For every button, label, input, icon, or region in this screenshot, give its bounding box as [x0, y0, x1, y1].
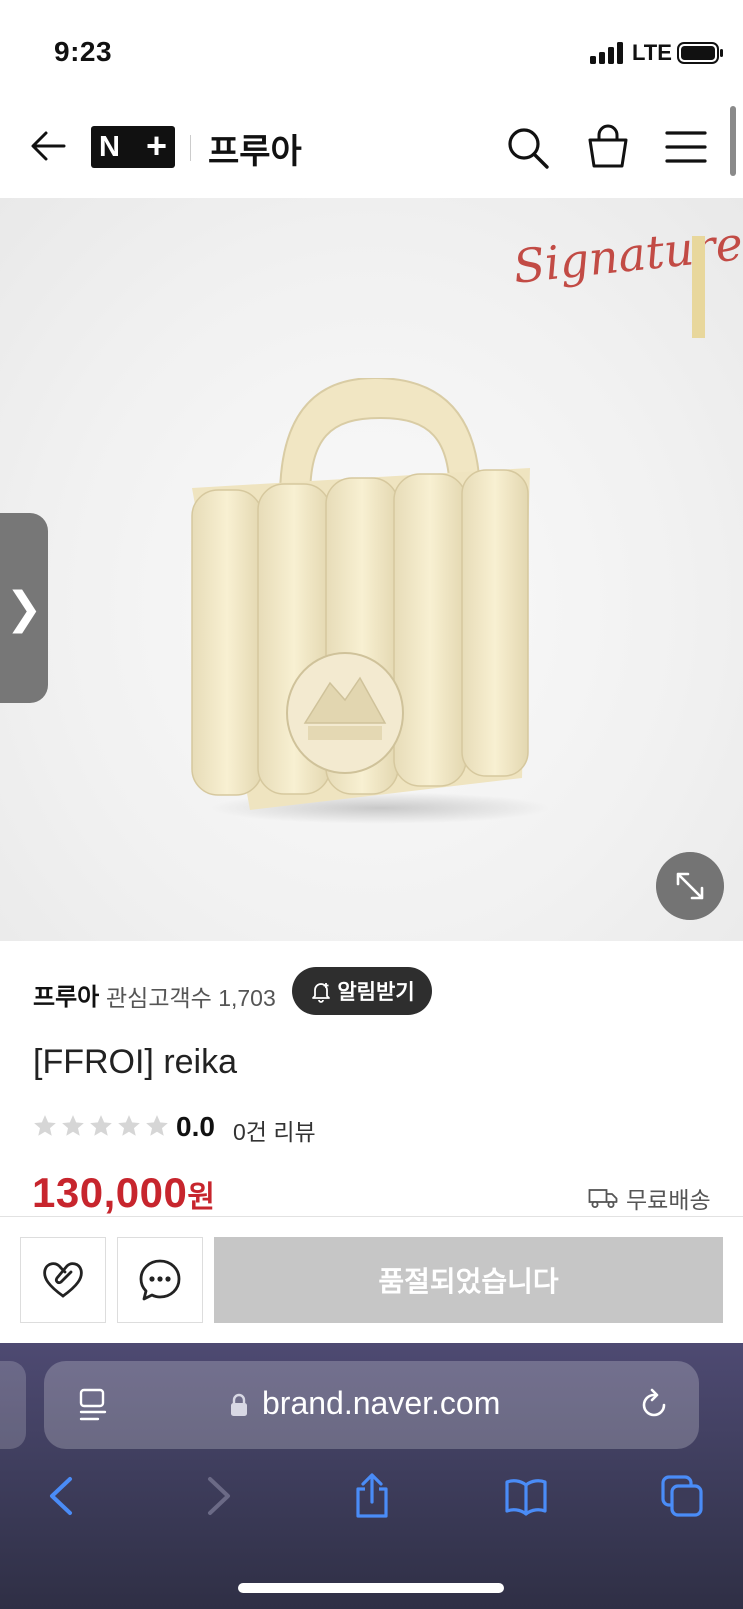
truck-icon [588, 1189, 618, 1208]
network-label: LTE [632, 40, 672, 65]
search-icon[interactable] [506, 126, 550, 170]
product-image[interactable]: Signature ❯ [0, 198, 743, 941]
status-bar: 9:23 LTE [0, 0, 743, 100]
battery-icon [677, 42, 723, 64]
product-info: 프루아 관심고객수 1,703 알림받기 [FFROI] reika 0.0 0… [0, 941, 743, 1216]
star-icon [34, 1115, 56, 1136]
previous-tab-peek[interactable] [0, 1361, 26, 1449]
header-divider [190, 135, 191, 161]
wishlist-button[interactable] [20, 1237, 106, 1323]
signature-bar [692, 236, 705, 338]
tabs-icon[interactable] [660, 1473, 704, 1519]
back-arrow-icon[interactable] [28, 126, 68, 166]
price-currency: 원 [187, 1181, 215, 1214]
store-name[interactable]: 프루아 [33, 977, 99, 1012]
naver-plus-logo[interactable]: N + [91, 126, 175, 168]
forward-icon[interactable] [196, 1473, 240, 1519]
bell-icon [312, 983, 331, 1003]
star-icon [118, 1115, 140, 1136]
price-amount: 130,000 [32, 1169, 188, 1216]
app-header: N + 프루아 [0, 100, 743, 198]
price: 130,000원 [32, 1169, 215, 1217]
purchase-bar: 품절되었습니다 [0, 1217, 743, 1343]
logo-plus: + [145, 124, 167, 166]
signature-text: Signature [510, 216, 743, 294]
chat-icon [139, 1259, 181, 1301]
menu-icon[interactable] [665, 130, 707, 164]
bookmarks-icon[interactable] [504, 1473, 548, 1519]
side-drawer-handle[interactable]: ❯ [0, 513, 48, 703]
chevron-right-icon: ❯ [5, 583, 43, 633]
heart-check-icon [43, 1262, 83, 1298]
shipping-label: 무료배송 [626, 1187, 711, 1213]
follower-count: 관심고객수 1,703 [106, 985, 276, 1011]
expand-icon[interactable] [656, 852, 724, 920]
signal-icon [590, 42, 623, 64]
browser-toolbar: brand.naver.com [0, 1343, 743, 1609]
share-icon[interactable] [350, 1473, 394, 1519]
talk-button[interactable] [117, 1237, 203, 1323]
address-bar[interactable]: brand.naver.com [44, 1361, 699, 1449]
star-icon [90, 1115, 112, 1136]
alarm-label: 알림받기 [337, 981, 415, 1004]
padded-tote-bag-illustration [191, 378, 550, 824]
rating-score: 0.0 [176, 1111, 215, 1142]
reload-icon[interactable] [636, 1387, 672, 1423]
status-time: 9:23 [54, 36, 113, 67]
logo-n: N [99, 130, 120, 163]
soldout-button[interactable]: 품절되었습니다 [214, 1237, 723, 1323]
back-icon[interactable] [40, 1473, 84, 1519]
review-count[interactable]: 0건 리뷰 [233, 1113, 316, 1147]
shipping-info: 무료배송 [588, 1181, 711, 1215]
star-icon [62, 1115, 84, 1136]
home-indicator[interactable] [238, 1583, 504, 1593]
rating-stars [32, 1113, 170, 1139]
lock-icon [231, 1393, 247, 1416]
alarm-button[interactable]: 알림받기 [292, 967, 432, 1015]
store-title[interactable]: 프루아 [208, 124, 302, 173]
url-text[interactable]: brand.naver.com [262, 1385, 500, 1422]
reader-icon[interactable] [76, 1387, 110, 1423]
product-title: [FFROI] reika [33, 1043, 238, 1081]
cart-icon[interactable] [586, 124, 630, 170]
scrollbar-thumb[interactable] [730, 106, 736, 176]
star-icon [146, 1115, 168, 1136]
